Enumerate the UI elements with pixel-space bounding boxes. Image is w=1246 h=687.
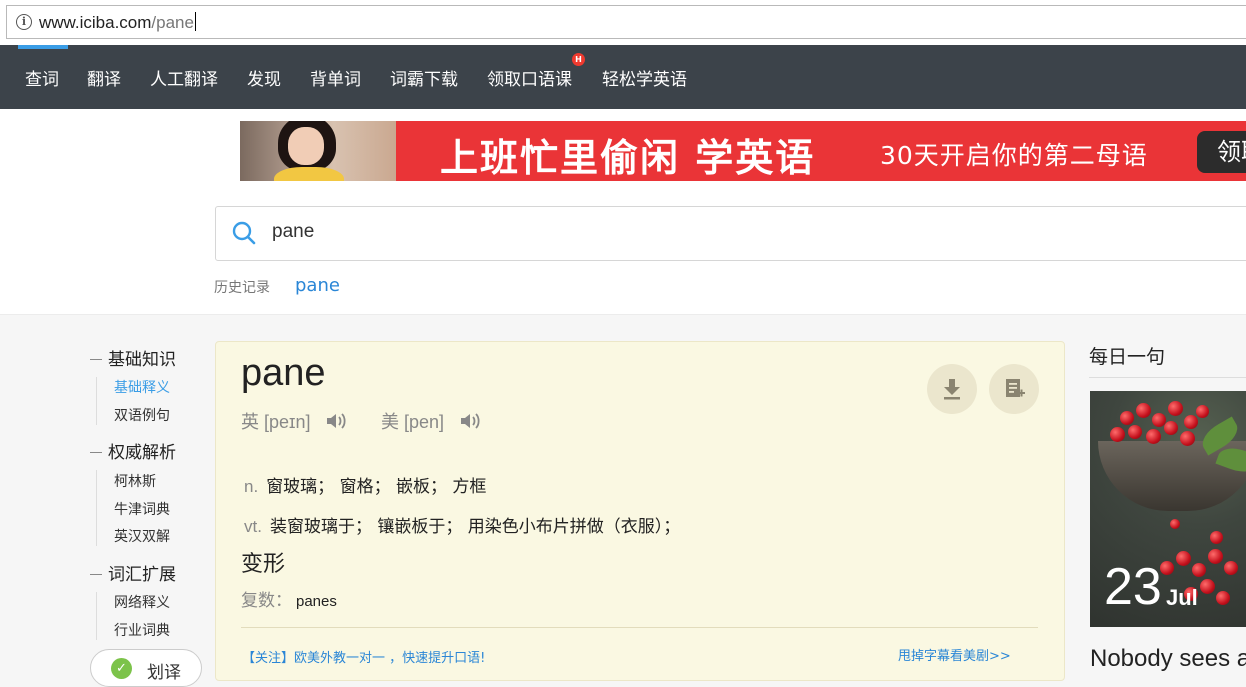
toc-item-basic-definition[interactable]: 基础释义 — [114, 377, 170, 397]
us-phonetic: [pen] — [404, 412, 445, 432]
toc-divider — [96, 592, 97, 640]
text-caret — [194, 12, 196, 31]
word-entry-card: pane 英 [peɪn] 美 [pen] n. 窗玻璃； 窗格； 嵌板； 方框… — [215, 341, 1065, 681]
search-box[interactable] — [215, 206, 1246, 261]
speaker-icon[interactable] — [459, 411, 483, 431]
huayi-label: 划译 — [147, 663, 181, 683]
plural-value[interactable]: panes — [296, 593, 337, 610]
history-item[interactable]: pane — [295, 275, 340, 296]
nav-item-download[interactable]: 词霸下载 — [390, 65, 458, 90]
banner-subtitle: 30天开启你的第二母语 — [880, 141, 1148, 170]
url-path: /pane — [151, 13, 194, 32]
nav-item-translate[interactable]: 翻译 — [87, 65, 121, 90]
uk-pronunciation: 英 [peɪn] — [241, 408, 349, 434]
nav-item-human-translate[interactable]: 人工翻译 — [150, 65, 218, 90]
toc-item-collins[interactable]: 柯林斯 — [114, 471, 156, 491]
wordbook-add-icon — [1006, 379, 1025, 397]
definition-text: 装窗玻璃于； 镶嵌板于； 用染色小布片拼做（衣服）； — [269, 517, 681, 537]
part-of-speech: vt. — [244, 517, 262, 536]
toc-item-industry-dict[interactable]: 行业词典 — [114, 620, 170, 640]
headword: pane — [241, 352, 326, 394]
search-icon[interactable] — [232, 221, 256, 245]
nav-item-vocabulary[interactable]: 背单词 — [310, 65, 361, 90]
url-field[interactable]: i www.iciba.com/pane — [6, 5, 1246, 39]
daily-sentence-text[interactable]: Nobody sees a — [1090, 645, 1246, 673]
toc-item-bilingual-examples[interactable]: 双语例句 — [114, 405, 170, 425]
download-icon — [944, 379, 960, 400]
word-forms-title: 变形 — [241, 552, 286, 577]
url-host: www.iciba.com — [39, 13, 152, 32]
daily-image[interactable]: 23 Jul — [1090, 391, 1246, 627]
nav-item-lookup[interactable]: 查词 — [25, 65, 59, 90]
daily-month: Jul — [1166, 585, 1198, 610]
toc-divider — [96, 377, 97, 425]
toc-divider — [96, 470, 97, 546]
banner-claim-button[interactable]: 领取 — [1197, 131, 1246, 173]
nav-item-easy-english[interactable]: 轻松学英语 — [602, 65, 687, 90]
toc-item-en-cn[interactable]: 英汉双解 — [114, 526, 170, 546]
top-nav: 查词 翻译 人工翻译 发现 背单词 词霸下载 领取口语课 H 轻松学英语 — [0, 45, 1246, 109]
toc-section-vocab-ext[interactable]: 词汇扩展 — [90, 560, 176, 585]
daily-day: 23 — [1104, 558, 1162, 616]
uk-phonetic: [peɪn] — [264, 412, 311, 432]
definition-verb: vt. 装窗玻璃于； 镶嵌板于； 用染色小布片拼做（衣服）； — [244, 512, 680, 537]
plural-label: 复数： — [241, 591, 292, 611]
url-text[interactable]: www.iciba.com/pane — [39, 12, 196, 33]
uk-label: 英 — [241, 412, 259, 432]
us-label: 美 — [381, 412, 399, 432]
check-icon: ✓ — [111, 658, 132, 679]
toc-section-authority[interactable]: 权威解析 — [90, 438, 176, 463]
promo-link-tutor[interactable]: 【关注】欧美外教一对一 ，快速提升口语! — [242, 647, 485, 666]
banner-title: 上班忙里偷闲 学英语 — [440, 136, 816, 180]
nav-active-indicator — [18, 45, 68, 49]
add-to-wordbook-button[interactable] — [989, 364, 1039, 414]
part-of-speech: n. — [244, 477, 259, 496]
site-info-icon[interactable]: i — [16, 14, 32, 30]
search-input[interactable] — [272, 221, 872, 243]
plural-form: 复数： panes — [241, 586, 337, 611]
nav-item-speaking-course[interactable]: 领取口语课 H — [487, 53, 585, 90]
daily-divider — [1089, 377, 1246, 378]
browser-address-bar: i www.iciba.com/pane — [0, 0, 1246, 45]
history-label: 历史记录 — [214, 280, 270, 296]
nav-item-discover[interactable]: 发现 — [247, 65, 281, 90]
hot-badge: H — [572, 53, 585, 66]
speaker-icon[interactable] — [325, 411, 349, 431]
toc-section-basic[interactable]: 基础知识 — [90, 345, 176, 370]
promo-link-drama[interactable]: 甩掉字幕看美剧>> — [898, 645, 1011, 664]
ad-banner[interactable]: 上班忙里偷闲 学英语 30天开启你的第二母语 领取 — [240, 121, 1246, 181]
card-divider — [241, 627, 1038, 628]
banner-photo — [240, 121, 396, 181]
toc-item-web-definition[interactable]: 网络释义 — [114, 592, 170, 612]
us-pronunciation: 美 [pen] — [381, 408, 483, 434]
definition-text: 窗玻璃； 窗格； 嵌板； 方框 — [266, 477, 487, 497]
huayi-toggle[interactable]: ✓ 划译 — [90, 649, 202, 687]
definition-noun: n. 窗玻璃； 窗格； 嵌板； 方框 — [244, 472, 486, 497]
download-button[interactable] — [927, 364, 977, 414]
content-area: 基础知识 基础释义 双语例句 权威解析 柯林斯 牛津词典 英汉双解 词汇扩展 网… — [0, 314, 1246, 687]
daily-sentence-title: 每日一句 — [1089, 346, 1166, 368]
nav-item-speaking-course-label: 领取口语课 — [487, 70, 572, 90]
toc-item-oxford[interactable]: 牛津词典 — [114, 499, 170, 519]
